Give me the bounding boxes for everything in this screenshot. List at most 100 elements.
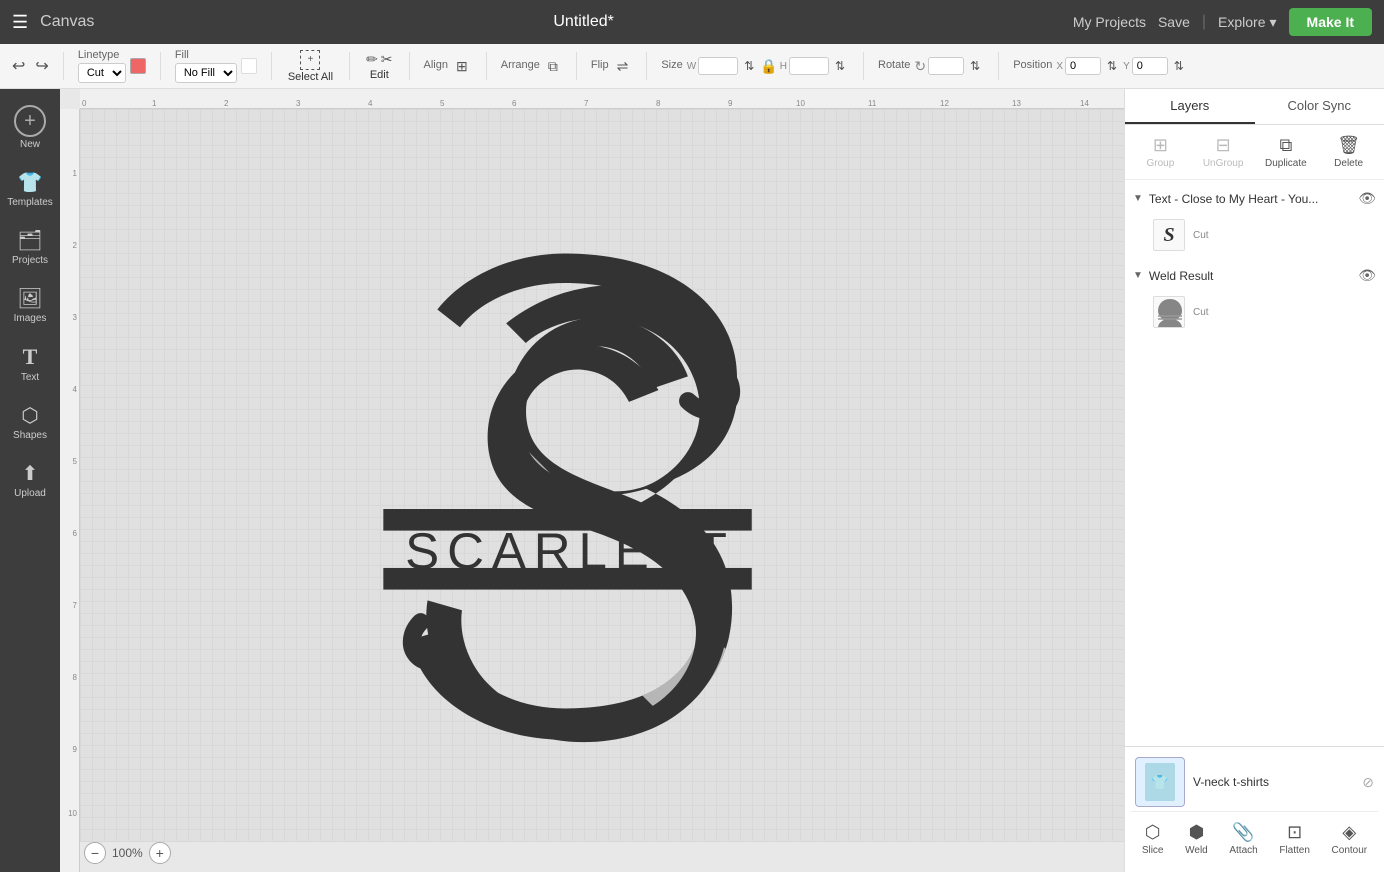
- save-button[interactable]: Save: [1158, 14, 1190, 30]
- fill-color-swatch[interactable]: [241, 58, 257, 74]
- flatten-label: Flatten: [1279, 845, 1310, 856]
- sidebar-item-text[interactable]: T Text: [0, 336, 60, 391]
- delete-action[interactable]: 🗑 Delete: [1319, 131, 1378, 173]
- panel-bottom: 👕 V-neck t-shirts ⊘ ⬡ Slice ⬢ Weld 📎: [1125, 746, 1384, 872]
- undo-button[interactable]: ↩: [8, 54, 29, 78]
- y-stepper[interactable]: ⇅: [1170, 57, 1188, 75]
- scissors-icon: ✂: [381, 51, 393, 68]
- shirt-icon: 👕: [1151, 774, 1168, 791]
- layer-1-visibility-icon[interactable]: 👁: [1358, 190, 1376, 207]
- my-projects-link[interactable]: My Projects: [1073, 14, 1146, 30]
- duplicate-action[interactable]: ⧉ Duplicate: [1257, 131, 1316, 173]
- contour-action[interactable]: ◈ Contour: [1324, 818, 1376, 860]
- ruler-top: 0 1 2 3 4 5 6 7 8 9 10 11 12 13 14: [80, 89, 1124, 109]
- layer-1-item[interactable]: S Cut: [1125, 213, 1384, 257]
- fill-label: Fill: [175, 49, 237, 61]
- edit-button[interactable]: ✏ ✂ Edit: [360, 49, 398, 83]
- tab-layers[interactable]: Layers: [1125, 89, 1255, 124]
- size-group: Size W ⇅ 🔒 H ⇅: [657, 57, 853, 75]
- attach-action[interactable]: 📎 Attach: [1221, 818, 1265, 860]
- zoom-out-button[interactable]: −: [84, 842, 106, 864]
- rotate-input[interactable]: [928, 57, 964, 75]
- select-all-button[interactable]: + Select All: [282, 48, 339, 85]
- rotate-group: Rotate ↻ ⇅: [874, 57, 988, 75]
- sidebar-images-label: Images: [14, 313, 47, 324]
- redo-button[interactable]: ↪: [31, 54, 52, 78]
- y-input[interactable]: [1132, 57, 1168, 75]
- ungroup-label: UnGroup: [1203, 158, 1244, 169]
- layer-2-visibility-icon[interactable]: 👁: [1358, 267, 1376, 284]
- mat-thumb-inner: 👕: [1145, 763, 1175, 801]
- tab-color-sync[interactable]: Color Sync: [1255, 89, 1384, 124]
- edit-label: Edit: [370, 69, 389, 81]
- slice-label: Slice: [1142, 845, 1164, 856]
- arrange-button[interactable]: ⧉: [544, 56, 562, 77]
- slice-action[interactable]: ⬡ Slice: [1134, 818, 1172, 860]
- width-input[interactable]: [698, 57, 738, 75]
- attach-label: Attach: [1229, 845, 1257, 856]
- linetype-group: Linetype Cut: [74, 49, 150, 83]
- sidebar: + New 👕 Templates 🗂 Projects 🖼 Images T …: [0, 89, 60, 872]
- bottom-actions: ⬡ Slice ⬢ Weld 📎 Attach ⊡ Flatten ◈ C: [1131, 811, 1378, 866]
- zoom-in-button[interactable]: +: [149, 842, 171, 864]
- layer-1-name: Text - Close to My Heart - You...: [1149, 192, 1352, 206]
- design-element[interactable]: SCARLETT: [370, 229, 770, 789]
- canvas-content[interactable]: SCARLETT: [80, 109, 1124, 842]
- edit-icon: ✏: [366, 51, 378, 68]
- sidebar-item-images[interactable]: 🖼 Images: [0, 278, 60, 332]
- sidebar-item-shapes[interactable]: ⬡ Shapes: [0, 395, 60, 449]
- sidebar-upload-label: Upload: [14, 488, 46, 499]
- flatten-action[interactable]: ⊡ Flatten: [1271, 818, 1318, 860]
- mat-hide-icon[interactable]: ⊘: [1362, 774, 1374, 791]
- toolbar-separator-2: [160, 52, 161, 80]
- layer-group-1-header[interactable]: ▼ Text - Close to My Heart - You... 👁: [1125, 184, 1384, 213]
- weld-action[interactable]: ⬢ Weld: [1177, 818, 1216, 860]
- projects-icon: 🗂: [17, 228, 42, 253]
- rotate-stepper[interactable]: ⇅: [966, 57, 984, 75]
- group-action[interactable]: ⊞ Group: [1131, 131, 1190, 173]
- w-label: W: [687, 61, 696, 72]
- app-title: Canvas: [40, 13, 94, 31]
- new-icon: +: [14, 105, 46, 137]
- sidebar-item-projects[interactable]: 🗂 Projects: [0, 220, 60, 274]
- height-stepper[interactable]: ⇅: [831, 57, 849, 75]
- layer-2-item[interactable]: Cut: [1125, 290, 1384, 334]
- canvas-area[interactable]: 0 1 2 3 4 5 6 7 8 9 10 11 12 13 14 1 2 3…: [60, 89, 1124, 872]
- lock-aspect-icon[interactable]: 🔒: [760, 58, 777, 75]
- linetype-select[interactable]: Cut: [78, 63, 126, 83]
- ruler-left: 1 2 3 4 5 6 7 8 9 10: [60, 109, 80, 872]
- ungroup-icon: ⊟: [1216, 135, 1231, 156]
- panel-actions: ⊞ Group ⊟ UnGroup ⧉ Duplicate 🗑 Delete: [1125, 125, 1384, 180]
- sidebar-item-upload[interactable]: ⬆ Upload: [0, 453, 60, 507]
- height-input[interactable]: [789, 57, 829, 75]
- align-button[interactable]: ⊞: [452, 56, 472, 77]
- linetype-color-swatch[interactable]: [130, 58, 146, 74]
- menu-icon[interactable]: ☰: [12, 12, 28, 33]
- flatten-icon: ⊡: [1287, 822, 1302, 843]
- panel-tabs: Layers Color Sync: [1125, 89, 1384, 125]
- sidebar-projects-label: Projects: [12, 255, 48, 266]
- layer-2-info: Cut: [1193, 307, 1376, 318]
- linetype-label: Linetype: [78, 49, 126, 61]
- sidebar-item-templates[interactable]: 👕 Templates: [0, 162, 60, 216]
- duplicate-label: Duplicate: [1265, 158, 1307, 169]
- x-stepper[interactable]: ⇅: [1103, 57, 1121, 75]
- x-input[interactable]: [1065, 57, 1101, 75]
- make-it-button[interactable]: Make It: [1289, 8, 1372, 36]
- duplicate-icon: ⧉: [1279, 135, 1292, 156]
- explore-button[interactable]: Explore ▾: [1218, 14, 1277, 31]
- toolbar-separator-8: [646, 52, 647, 80]
- position-group: Position X ⇅ Y ⇅: [1009, 57, 1192, 75]
- layer-2-type: Cut: [1193, 307, 1376, 318]
- fill-select[interactable]: No Fill: [175, 63, 237, 83]
- sidebar-new-label: New: [20, 139, 40, 150]
- contour-label: Contour: [1332, 845, 1368, 856]
- sidebar-item-new[interactable]: + New: [0, 97, 60, 158]
- templates-icon: 👕: [18, 170, 43, 195]
- width-stepper[interactable]: ⇅: [740, 57, 758, 75]
- arrange-label: Arrange: [501, 59, 540, 71]
- layer-group-2-header[interactable]: ▼ Weld Result 👁: [1125, 261, 1384, 290]
- ungroup-action[interactable]: ⊟ UnGroup: [1194, 131, 1253, 173]
- flip-button[interactable]: ⇌: [613, 56, 633, 77]
- select-all-label: Select All: [288, 71, 333, 83]
